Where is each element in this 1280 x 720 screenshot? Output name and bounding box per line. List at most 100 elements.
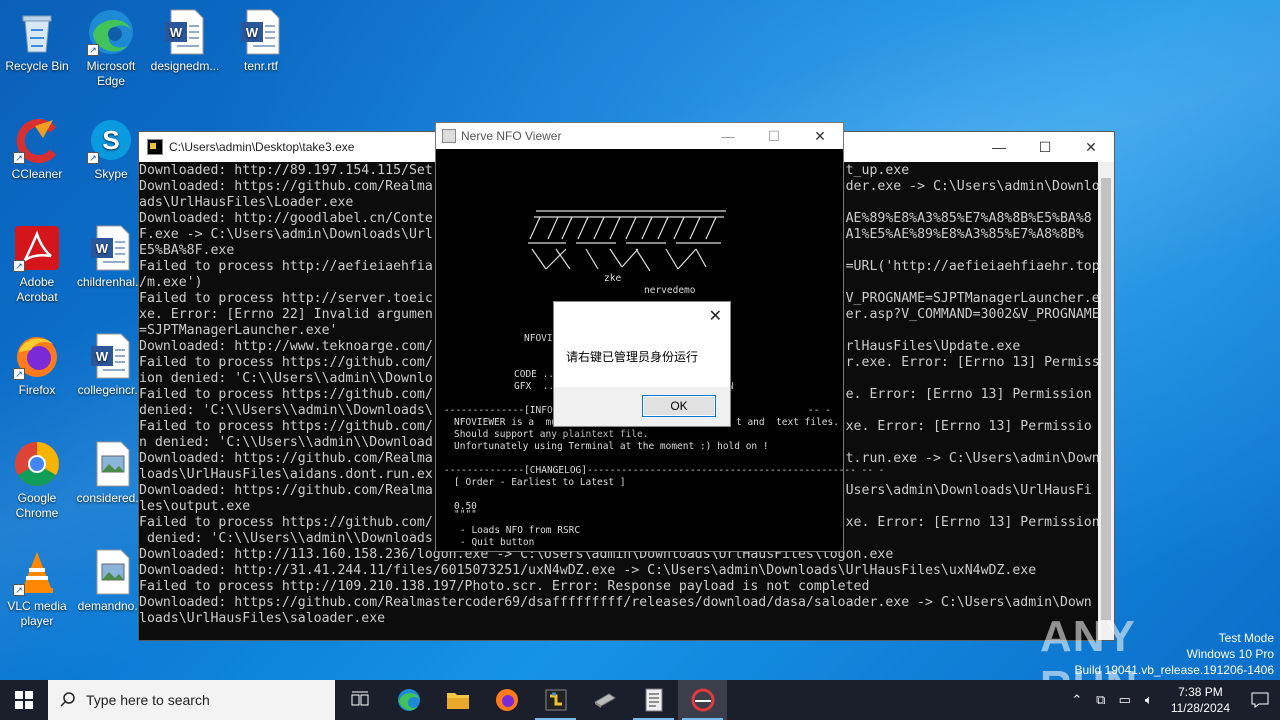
image-file-icon (87, 440, 135, 488)
word-document-icon: W (237, 8, 285, 56)
nerve-ascii-logo (528, 210, 726, 272)
svg-text:S: S (102, 125, 119, 155)
edge-icon: ↗ (87, 8, 135, 56)
maximize-button: ☐ (767, 127, 781, 144)
recycle-bin-icon (13, 8, 61, 56)
build-line: Build 19041.vb_release.191206-1406 (1074, 663, 1275, 677)
nfo-titlebar[interactable]: Nerve NFO Viewer — ☐ ✕ (436, 123, 843, 149)
chevron-up-icon[interactable]: ⌃ (1065, 692, 1089, 708)
desktop-icon-skype[interactable]: S ↗ Skype (74, 116, 148, 182)
svg-text:W: W (96, 349, 109, 364)
logo-subtitle-nervedemo: nervedemo (644, 285, 696, 296)
taskbar-firefox[interactable] (482, 680, 531, 720)
word-document-icon: W (87, 332, 135, 380)
taskbar-file-explorer[interactable] (433, 680, 482, 720)
search-placeholder: Type here to search (86, 692, 210, 708)
desktop-icon-firefox[interactable]: ↗ Firefox (0, 332, 74, 398)
clock[interactable]: 7:38 PM 11/28/2024 (1161, 684, 1240, 716)
ccleaner-icon: ↗ (13, 116, 61, 164)
clock-time: 7:38 PM (1178, 685, 1223, 699)
taskbar-message-box-app[interactable] (678, 680, 727, 720)
taskbar-pinned-app[interactable] (580, 680, 629, 720)
info-rule: --------------[INFO]-- (444, 405, 570, 416)
close-icon[interactable]: ✕ (709, 306, 722, 325)
desktop-icon-demandno[interactable]: demandno... (74, 548, 148, 614)
desktop-icon-recycle-bin[interactable]: Recycle Bin (0, 8, 74, 74)
search-icon (60, 692, 75, 707)
red-ring-icon (691, 688, 714, 712)
info-line-2: Should support any plaintext file. (454, 429, 649, 440)
desktop-icon-vlc[interactable]: ↗ VLC media player (0, 548, 74, 629)
message-text: 请右键已管理员身份运行 (566, 350, 699, 364)
firefox-icon (495, 689, 518, 711)
taskbar-nfo-viewer[interactable] (629, 680, 678, 720)
desktop-icon-chrome[interactable]: Google Chrome (0, 440, 74, 521)
changelog-item-2: - Quit button (460, 537, 535, 548)
minimize-button[interactable]: — (976, 132, 1022, 162)
windows-edition-line: Windows 10 Pro (1186, 647, 1274, 661)
skype-icon: S ↗ (87, 116, 135, 164)
close-button[interactable]: ✕ (1068, 132, 1114, 162)
task-view-icon (351, 691, 368, 706)
test-mode-line: Test Mode (1218, 631, 1274, 645)
scrollbar-thumb[interactable] (1101, 178, 1111, 620)
taskbar-edge[interactable] (384, 680, 433, 720)
notifications-button[interactable] (1240, 680, 1280, 720)
document-window-icon (645, 688, 662, 712)
info-line-1-end: t and text files. (736, 417, 839, 428)
changelog-version-underline: """" (454, 509, 477, 520)
minimize-button[interactable]: — (705, 123, 751, 149)
svg-text:W: W (170, 25, 183, 40)
message-box-dialog[interactable]: ✕ 请右键已管理员身份运行 OK (553, 301, 731, 427)
logo-subtitle-zke: zke (604, 273, 622, 284)
python-console-icon (545, 689, 566, 711)
ok-button[interactable]: OK (642, 395, 716, 417)
device-icon (593, 693, 616, 708)
desktop-icon-acrobat[interactable]: ↗ Adobe Acrobat (0, 224, 74, 305)
desktop-icon-ccleaner[interactable]: ↗ CCleaner (0, 116, 74, 182)
folder-icon (446, 693, 469, 709)
image-file-icon (87, 548, 135, 596)
close-button[interactable]: ✕ (797, 123, 843, 149)
desktop-icon-edge[interactable]: ↗ Microsoft Edge (74, 8, 148, 89)
clock-date: 11/28/2024 (1170, 701, 1230, 715)
info-line-3: Unfortunately using Terminal at the mome… (454, 441, 769, 452)
start-button[interactable] (0, 680, 48, 720)
desktop-icon-childrenhal[interactable]: W childrenhal... (74, 224, 148, 290)
windows-logo-icon (15, 691, 33, 709)
taskbar-search-box[interactable]: Type here to search (48, 680, 335, 720)
taskbar: Type here to search ⌃ ⧉ ▭ 🔈︎ 7:38 PM 11/… (0, 680, 1280, 720)
word-document-icon: W (161, 8, 209, 56)
console-scrollbar[interactable] (1098, 162, 1114, 640)
desktop-icon-considered[interactable]: considered... (74, 440, 148, 506)
changelog-order: [ Order - Earliest to Latest ] (454, 477, 626, 488)
desktop-icon-tenr[interactable]: W tenr.rtf (224, 8, 298, 74)
task-view-button[interactable] (335, 680, 384, 720)
test-mode-notice: Test Mode Windows 10 Pro Build 19041.vb_… (1075, 630, 1275, 678)
maximize-button[interactable]: ☐ (1022, 132, 1068, 162)
nfo-title: Nerve NFO Viewer (461, 129, 562, 143)
console-app-icon (147, 139, 163, 155)
word-document-icon: W (87, 224, 135, 272)
console-title: C:\Users\admin\Desktop\take3.exe (169, 140, 355, 154)
svg-text:W: W (96, 241, 109, 256)
speaker-icon[interactable]: 🔈︎ (1137, 692, 1161, 708)
system-tray: ⌃ ⧉ ▭ 🔈︎ 7:38 PM 11/28/2024 (1065, 680, 1280, 720)
taskbar-console-app[interactable] (531, 680, 580, 720)
changelog-rule: --------------[CHANGELOG]---------------… (444, 465, 885, 476)
edge-icon (397, 689, 420, 711)
desktop-icon-designedm[interactable]: W designedm... (148, 8, 222, 74)
nfo-app-icon (442, 129, 456, 143)
chrome-icon (13, 440, 61, 488)
svg-text:W: W (246, 25, 259, 40)
acrobat-icon: ↗ (13, 224, 61, 272)
monitor-icon[interactable]: ▭ (1113, 692, 1137, 708)
firefox-icon: ↗ (13, 332, 61, 380)
desktop-icon-collegeincr[interactable]: W collegeincr... (74, 332, 148, 398)
changelog-item-1: - Loads NFO from RSRC (460, 525, 581, 536)
network-icon[interactable]: ⧉ (1089, 692, 1113, 708)
message-box-body: ✕ 请右键已管理员身份运行 (554, 302, 730, 387)
vlc-icon: ↗ (13, 548, 61, 596)
info-line-1: NFOVIEWER is a mult (454, 417, 569, 428)
notification-icon (1251, 692, 1269, 708)
